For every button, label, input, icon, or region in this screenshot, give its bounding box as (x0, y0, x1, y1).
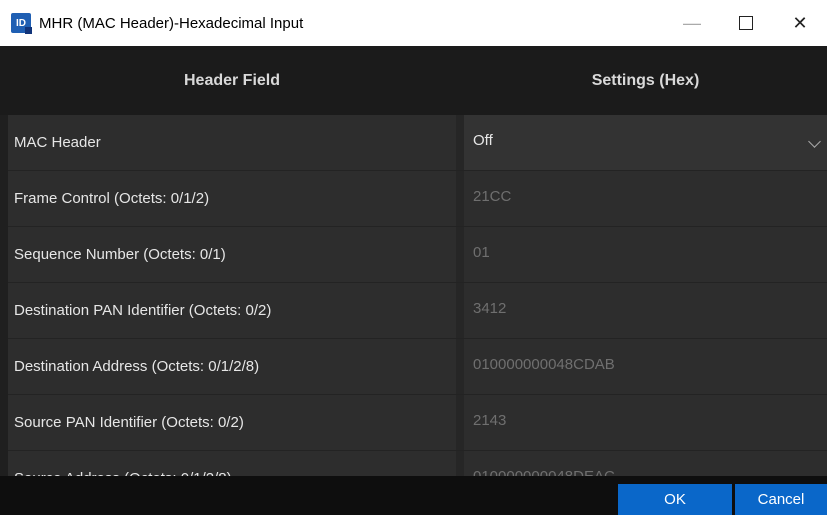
frame-control-input[interactable]: 21CC (464, 171, 827, 226)
maximize-icon (739, 16, 753, 30)
row-label: Source Address (Octets: 0/1/2/8) (14, 451, 454, 476)
table-row-mac-header: MAC Header Off (8, 115, 827, 171)
dialog-footer: OK Cancel (0, 476, 827, 515)
row-header-strip (0, 115, 8, 476)
cell-divider (456, 227, 464, 282)
table-row: Destination Address (Octets: 0/1/2/8) 01… (8, 339, 827, 395)
row-label: Destination PAN Identifier (Octets: 0/2) (14, 302, 272, 319)
close-button[interactable]: ✕ (773, 0, 827, 46)
window-controls: — ✕ (665, 0, 827, 46)
destination-pan-id-input[interactable]: 3412 (464, 283, 827, 338)
table-row: Frame Control (Octets: 0/1/2) 21CC (8, 171, 827, 227)
row-label: Frame Control (Octets: 0/1/2) (14, 190, 210, 207)
window-title: MHR (MAC Header)-Hexadecimal Input (39, 14, 304, 32)
chevron-down-icon (808, 135, 821, 148)
column-header-field: Header Field (183, 71, 281, 89)
row-label: MAC Header (14, 134, 101, 151)
mac-header-select[interactable]: Off (464, 115, 827, 170)
cell-divider (456, 283, 464, 338)
table-row: Sequence Number (Octets: 0/1) 01 (8, 227, 827, 283)
source-pan-id-input[interactable]: 2143 (464, 395, 827, 450)
cell-divider (456, 115, 464, 170)
settings-table: Header Field Settings (Hex) MAC Header O… (0, 46, 827, 476)
sequence-number-input[interactable]: 01 (464, 227, 827, 282)
source-address-input[interactable]: 010000000048DEAC (464, 451, 827, 476)
app-icon: ID (11, 13, 32, 34)
table-row: Source PAN Identifier (Octets: 0/2) 2143 (8, 395, 827, 451)
row-label: Sequence Number (Octets: 0/1) (14, 246, 226, 263)
cell-divider (456, 171, 464, 226)
cell-divider (456, 451, 464, 476)
destination-address-input[interactable]: 010000000048CDAB (464, 339, 827, 394)
ok-button[interactable]: OK (618, 484, 732, 515)
minimize-button[interactable]: — (665, 0, 719, 46)
table-row: Source Address (Octets: 0/1/2/8) 0100000… (8, 451, 827, 476)
maximize-button[interactable] (719, 0, 773, 46)
cancel-button[interactable]: Cancel (735, 484, 827, 515)
table-header: Header Field Settings (Hex) (0, 46, 827, 116)
table-row: Destination PAN Identifier (Octets: 0/2)… (8, 283, 827, 339)
title-bar: ID MHR (MAC Header)-Hexadecimal Input — … (0, 0, 827, 46)
row-label: Destination Address (Octets: 0/1/2/8) (14, 358, 260, 375)
cell-divider (456, 339, 464, 394)
column-header-settings: Settings (Hex) (591, 71, 700, 89)
row-label: Source PAN Identifier (Octets: 0/2) (14, 414, 244, 431)
select-value: Off (473, 132, 493, 149)
cell-divider (456, 395, 464, 450)
